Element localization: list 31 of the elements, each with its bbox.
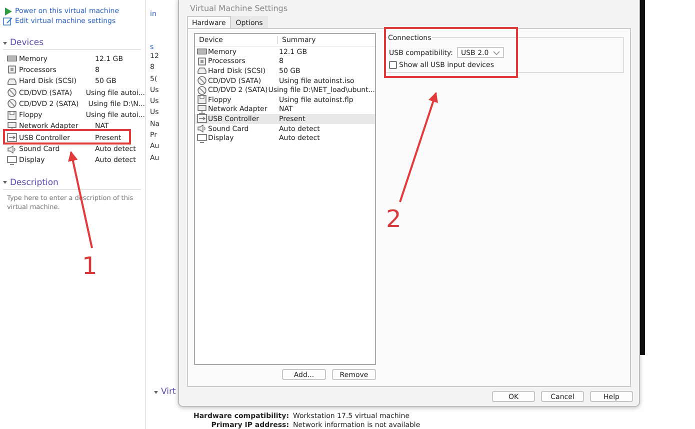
disc-icon — [7, 88, 17, 98]
play-icon — [3, 6, 13, 16]
caret-icon[interactable] — [492, 50, 500, 54]
usb-icon — [7, 133, 17, 142]
speaker-icon — [197, 124, 207, 134]
checkbox[interactable] — [389, 61, 397, 69]
collapse-icon[interactable] — [154, 390, 158, 394]
section-header: Devices — [10, 38, 44, 48]
network-icon — [7, 122, 17, 131]
memory-icon — [197, 47, 207, 56]
disc-icon — [197, 76, 207, 86]
monitor-icon — [7, 156, 17, 165]
usb-icon — [197, 114, 207, 124]
annotation-number: 2 — [386, 207, 402, 231]
floppy-icon — [197, 95, 207, 104]
settings-icon — [3, 16, 13, 26]
processor-icon — [7, 65, 17, 74]
disc-icon — [197, 86, 207, 95]
memory-icon — [7, 54, 17, 64]
section-header: Description — [10, 178, 58, 188]
collapse-icon[interactable] — [3, 181, 7, 184]
network-icon — [197, 104, 207, 114]
annotation-number: 1 — [82, 254, 98, 278]
collapse-icon[interactable] — [3, 42, 7, 44]
processor-icon — [197, 56, 207, 66]
speaker-icon — [7, 144, 17, 154]
disc-icon — [7, 99, 17, 108]
dialog-title: Virtual Machine Settings — [189, 3, 289, 15]
section-header: Virt — [161, 387, 176, 397]
monitor-icon — [197, 134, 207, 143]
floppy-icon — [7, 110, 17, 120]
